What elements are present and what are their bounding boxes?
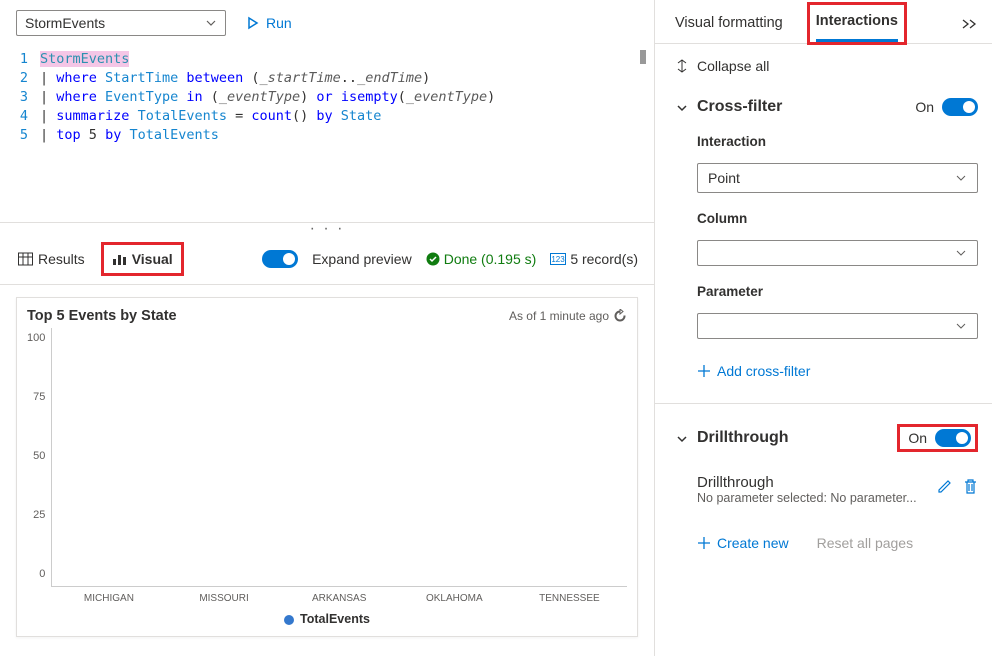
section-drillthrough-title: Drillthrough bbox=[697, 429, 789, 447]
chart-x-label: OKLAHOMA bbox=[397, 593, 512, 604]
legend-marker bbox=[284, 615, 294, 625]
more-panel-icon[interactable] bbox=[960, 17, 978, 31]
editor-gutter: 1 2 3 4 5 bbox=[0, 50, 40, 212]
drillthrough-toggle[interactable] bbox=[935, 429, 971, 447]
resize-handle[interactable]: · · · bbox=[0, 222, 654, 236]
drillthrough-item-name: Drillthrough bbox=[697, 474, 917, 491]
tab-visual-formatting[interactable]: Visual formatting bbox=[675, 7, 783, 41]
chart-asof: As of 1 minute ago bbox=[509, 309, 627, 323]
chevron-down-icon bbox=[955, 172, 967, 184]
collapse-all-button[interactable]: Collapse all bbox=[675, 54, 978, 84]
cross-filter-on-label: On bbox=[915, 99, 934, 115]
svg-text:123: 123 bbox=[552, 255, 566, 264]
plus-icon bbox=[697, 536, 711, 550]
edit-icon[interactable] bbox=[937, 478, 953, 494]
refresh-icon[interactable] bbox=[613, 309, 627, 323]
create-new-button[interactable]: Create new bbox=[697, 535, 789, 551]
parameter-label: Parameter bbox=[697, 284, 978, 299]
drillthrough-toggle-highlight: On bbox=[897, 424, 978, 452]
database-select-value: StormEvents bbox=[25, 15, 105, 31]
chart-card: Top 5 Events by State As of 1 minute ago… bbox=[16, 297, 638, 637]
check-circle-icon bbox=[426, 252, 440, 266]
chart-x-label: MISSOURI bbox=[166, 593, 281, 604]
chevron-down-icon[interactable] bbox=[675, 432, 689, 446]
interaction-label: Interaction bbox=[697, 134, 978, 149]
section-cross-filter-title: Cross-filter bbox=[697, 98, 782, 116]
tab-visual[interactable]: Visual bbox=[110, 247, 175, 271]
plus-icon bbox=[697, 364, 711, 378]
chart-x-label: ARKANSAS bbox=[282, 593, 397, 604]
chevron-down-icon bbox=[205, 17, 217, 29]
chart-title: Top 5 Events by State bbox=[27, 308, 177, 324]
query-editor[interactable]: 1 2 3 4 5 StormEvents | where StartTime … bbox=[0, 42, 654, 222]
parameter-select[interactable] bbox=[697, 313, 978, 339]
collapse-icon bbox=[675, 59, 689, 73]
editor-code: StormEvents | where StartTime between (_… bbox=[40, 50, 654, 212]
delete-icon[interactable] bbox=[963, 478, 978, 494]
cross-filter-toggle[interactable] bbox=[942, 98, 978, 116]
editor-scrollbar-thumb[interactable] bbox=[640, 50, 646, 64]
expand-preview-label: Expand preview bbox=[312, 251, 412, 267]
chart-bars bbox=[51, 328, 627, 587]
chart-x-label: TENNESSEE bbox=[512, 593, 627, 604]
chart-y-axis: 100 75 50 25 0 bbox=[27, 328, 51, 604]
drillthrough-item-sub: No parameter selected: No parameter... bbox=[697, 491, 917, 505]
add-cross-filter-button[interactable]: Add cross-filter bbox=[697, 363, 978, 379]
drillthrough-on-label: On bbox=[908, 430, 927, 446]
tab-interactions[interactable]: Interactions bbox=[816, 5, 898, 42]
chevron-down-icon[interactable] bbox=[675, 101, 689, 115]
run-button[interactable]: Run bbox=[246, 15, 292, 31]
reset-all-pages-button[interactable]: Reset all pages bbox=[817, 535, 914, 551]
tab-interactions-highlight: Interactions bbox=[807, 2, 907, 45]
chart-legend: TotalEvents bbox=[27, 612, 627, 626]
chevron-down-icon bbox=[955, 320, 967, 332]
records-count: 123 5 record(s) bbox=[550, 251, 638, 267]
column-label: Column bbox=[697, 211, 978, 226]
status-done: Done (0.195 s) bbox=[426, 251, 537, 267]
play-icon bbox=[246, 16, 260, 30]
interaction-select[interactable]: Point bbox=[697, 163, 978, 193]
column-select[interactable] bbox=[697, 240, 978, 266]
records-icon: 123 bbox=[550, 253, 566, 265]
tab-results[interactable]: Results bbox=[16, 247, 87, 271]
expand-preview-toggle[interactable] bbox=[262, 250, 298, 268]
table-icon bbox=[18, 252, 33, 266]
run-label: Run bbox=[266, 15, 292, 31]
chart-x-label: MICHIGAN bbox=[51, 593, 166, 604]
tab-visual-highlight: Visual bbox=[101, 242, 184, 276]
database-select[interactable]: StormEvents bbox=[16, 10, 226, 36]
chart-x-labels: MICHIGANMISSOURIARKANSASOKLAHOMATENNESSE… bbox=[51, 593, 627, 604]
chart-icon bbox=[112, 252, 127, 266]
chevron-down-icon bbox=[955, 247, 967, 259]
